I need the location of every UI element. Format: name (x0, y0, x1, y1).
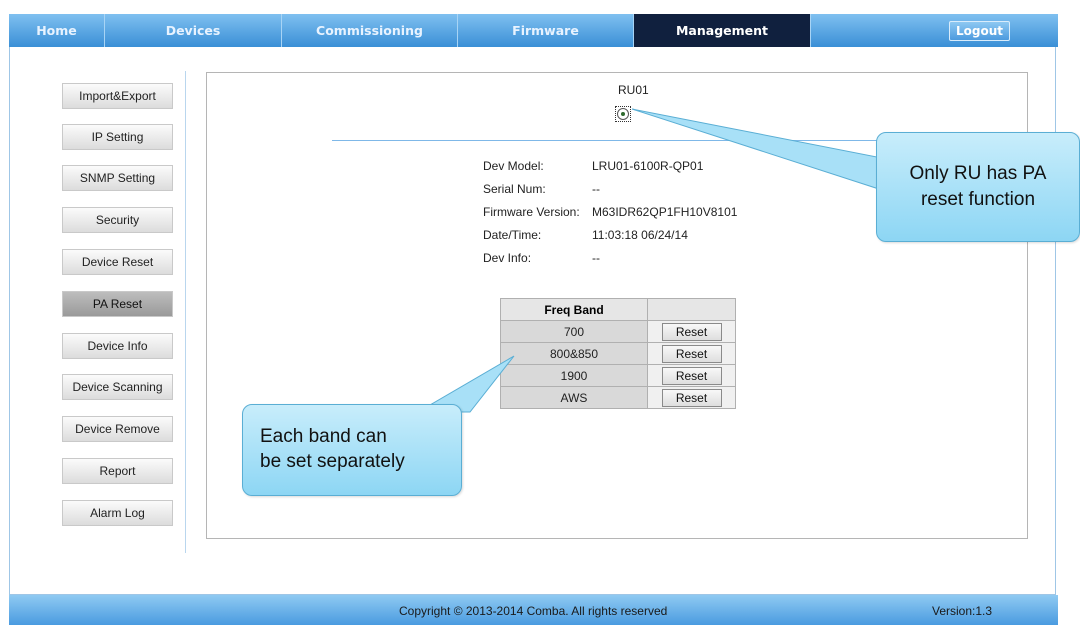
callout-line: Only RU has PA (909, 163, 1047, 184)
callout-pointers (416, 108, 883, 413)
callout-line: be set separately (260, 451, 405, 472)
callout-line: reset function (920, 189, 1036, 210)
ru-pa-reset-callout: Only RU has PA reset function (876, 132, 1080, 242)
ru-callout-pointer (631, 108, 883, 191)
band-separate-callout: Each band can be set separately (242, 404, 462, 496)
callout-line: Each band can (260, 426, 387, 447)
